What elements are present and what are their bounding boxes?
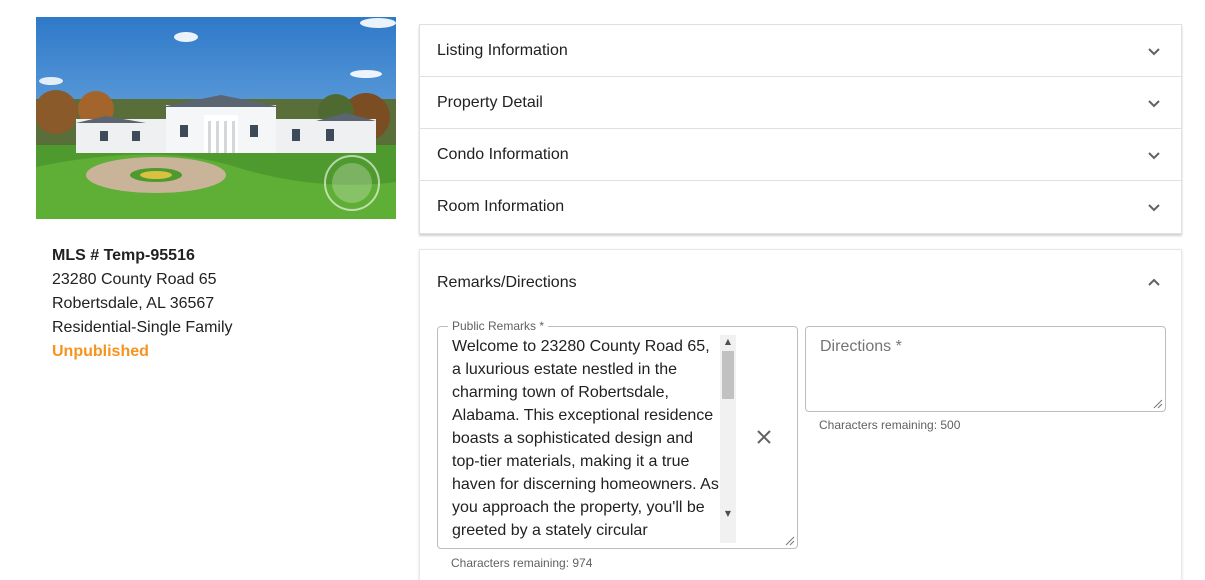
accordion-title: Property Detail: [437, 93, 543, 111]
accordion-room-information[interactable]: Room Information: [420, 181, 1181, 233]
listing-summary: MLS # Temp-95516 23280 County Road 65 Ro…: [52, 244, 392, 364]
remarks-scrollbar[interactable]: ▲ ▼: [720, 335, 736, 543]
public-remarks-textarea[interactable]: Welcome to 23280 County Road 65, a luxur…: [452, 335, 720, 545]
chevron-up-icon: [1148, 278, 1160, 286]
directions-label: Directions *: [820, 338, 902, 355]
address-line2: Robertsdale, AL 36567: [52, 295, 215, 312]
clear-icon[interactable]: [754, 427, 774, 447]
scroll-down-arrow-icon[interactable]: ▼: [720, 507, 736, 521]
accordion-title: Remarks/Directions: [437, 274, 577, 291]
chevron-down-icon: [1148, 204, 1160, 212]
resize-grip-icon[interactable]: [1151, 397, 1163, 409]
directions-field[interactable]: Directions *: [805, 326, 1166, 412]
accordion-title: Listing Information: [437, 41, 568, 59]
accordion-title: Condo Information: [437, 145, 569, 163]
accordion-listing-information[interactable]: Listing Information: [420, 25, 1181, 77]
status-badge: Unpublished: [52, 343, 149, 360]
accordion-title: Room Information: [437, 198, 565, 215]
accordion-condo-information[interactable]: Condo Information: [420, 129, 1181, 181]
scroll-thumb[interactable]: [722, 351, 734, 399]
accordion-remarks-directions[interactable]: Remarks/Directions: [420, 250, 1181, 316]
chevron-down-icon: [1148, 47, 1160, 55]
remarks-directions-panel: Remarks/Directions Public Remarks * Welc…: [419, 249, 1182, 580]
listing-photo: [36, 17, 396, 219]
address-line1: 23280 County Road 65: [52, 271, 217, 288]
chevron-down-icon: [1148, 99, 1160, 107]
public-remarks-field[interactable]: Public Remarks * Welcome to 23280 County…: [437, 319, 798, 549]
public-remarks-label: Public Remarks *: [448, 319, 549, 333]
accordion-property-detail[interactable]: Property Detail: [420, 77, 1181, 129]
public-remarks-helper: Characters remaining: 974: [451, 556, 593, 570]
property-type: Residential-Single Family: [52, 319, 233, 336]
listing-accordion: Listing Information Property Detail Cond…: [419, 24, 1182, 234]
directions-helper: Characters remaining: 500: [819, 418, 961, 432]
resize-grip-icon[interactable]: [783, 534, 795, 546]
mls-number: MLS # Temp-95516: [52, 247, 195, 264]
chevron-down-icon: [1148, 151, 1160, 159]
scroll-up-arrow-icon[interactable]: ▲: [720, 335, 736, 349]
